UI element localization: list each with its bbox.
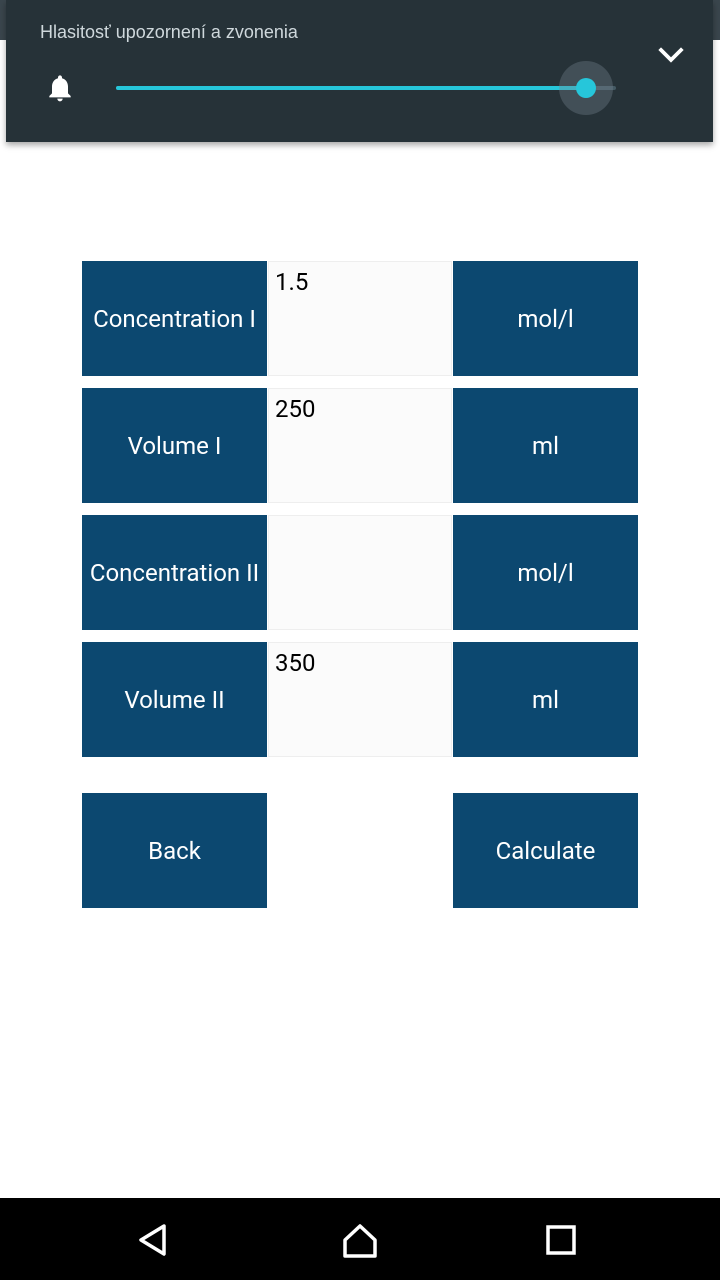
input-concentration-1[interactable]: 1.5 xyxy=(268,261,452,376)
calculate-button[interactable]: Calculate xyxy=(453,793,638,908)
navigation-bar xyxy=(0,1198,720,1280)
chevron-down-icon[interactable] xyxy=(656,40,686,70)
back-triangle-icon[interactable] xyxy=(133,1220,173,1260)
unit-concentration-2: mol/l xyxy=(453,515,638,630)
unit-volume-2: ml xyxy=(453,642,638,757)
label-volume-2: Volume II xyxy=(82,642,267,757)
slider-fill xyxy=(116,86,586,90)
volume-slider[interactable] xyxy=(116,61,616,115)
label-concentration-2: Concentration II xyxy=(82,515,267,630)
slider-thumb[interactable] xyxy=(576,78,596,98)
volume-panel-title: Hlasitosť upozornení a zvonenia xyxy=(40,22,298,42)
input-volume-2[interactable]: 350 xyxy=(268,642,452,757)
recents-square-icon[interactable] xyxy=(541,1220,581,1260)
unit-concentration-1: mol/l xyxy=(453,261,638,376)
input-concentration-2[interactable] xyxy=(268,515,452,630)
volume-panel: Hlasitosť upozornení a zvonenia xyxy=(6,0,713,142)
bell-icon[interactable] xyxy=(44,70,76,106)
label-volume-1: Volume I xyxy=(82,388,267,503)
home-icon[interactable] xyxy=(340,1220,380,1260)
input-volume-1[interactable]: 250 xyxy=(268,388,452,503)
label-concentration-1: Concentration I xyxy=(82,261,267,376)
back-button[interactable]: Back xyxy=(82,793,267,908)
unit-volume-1: ml xyxy=(453,388,638,503)
